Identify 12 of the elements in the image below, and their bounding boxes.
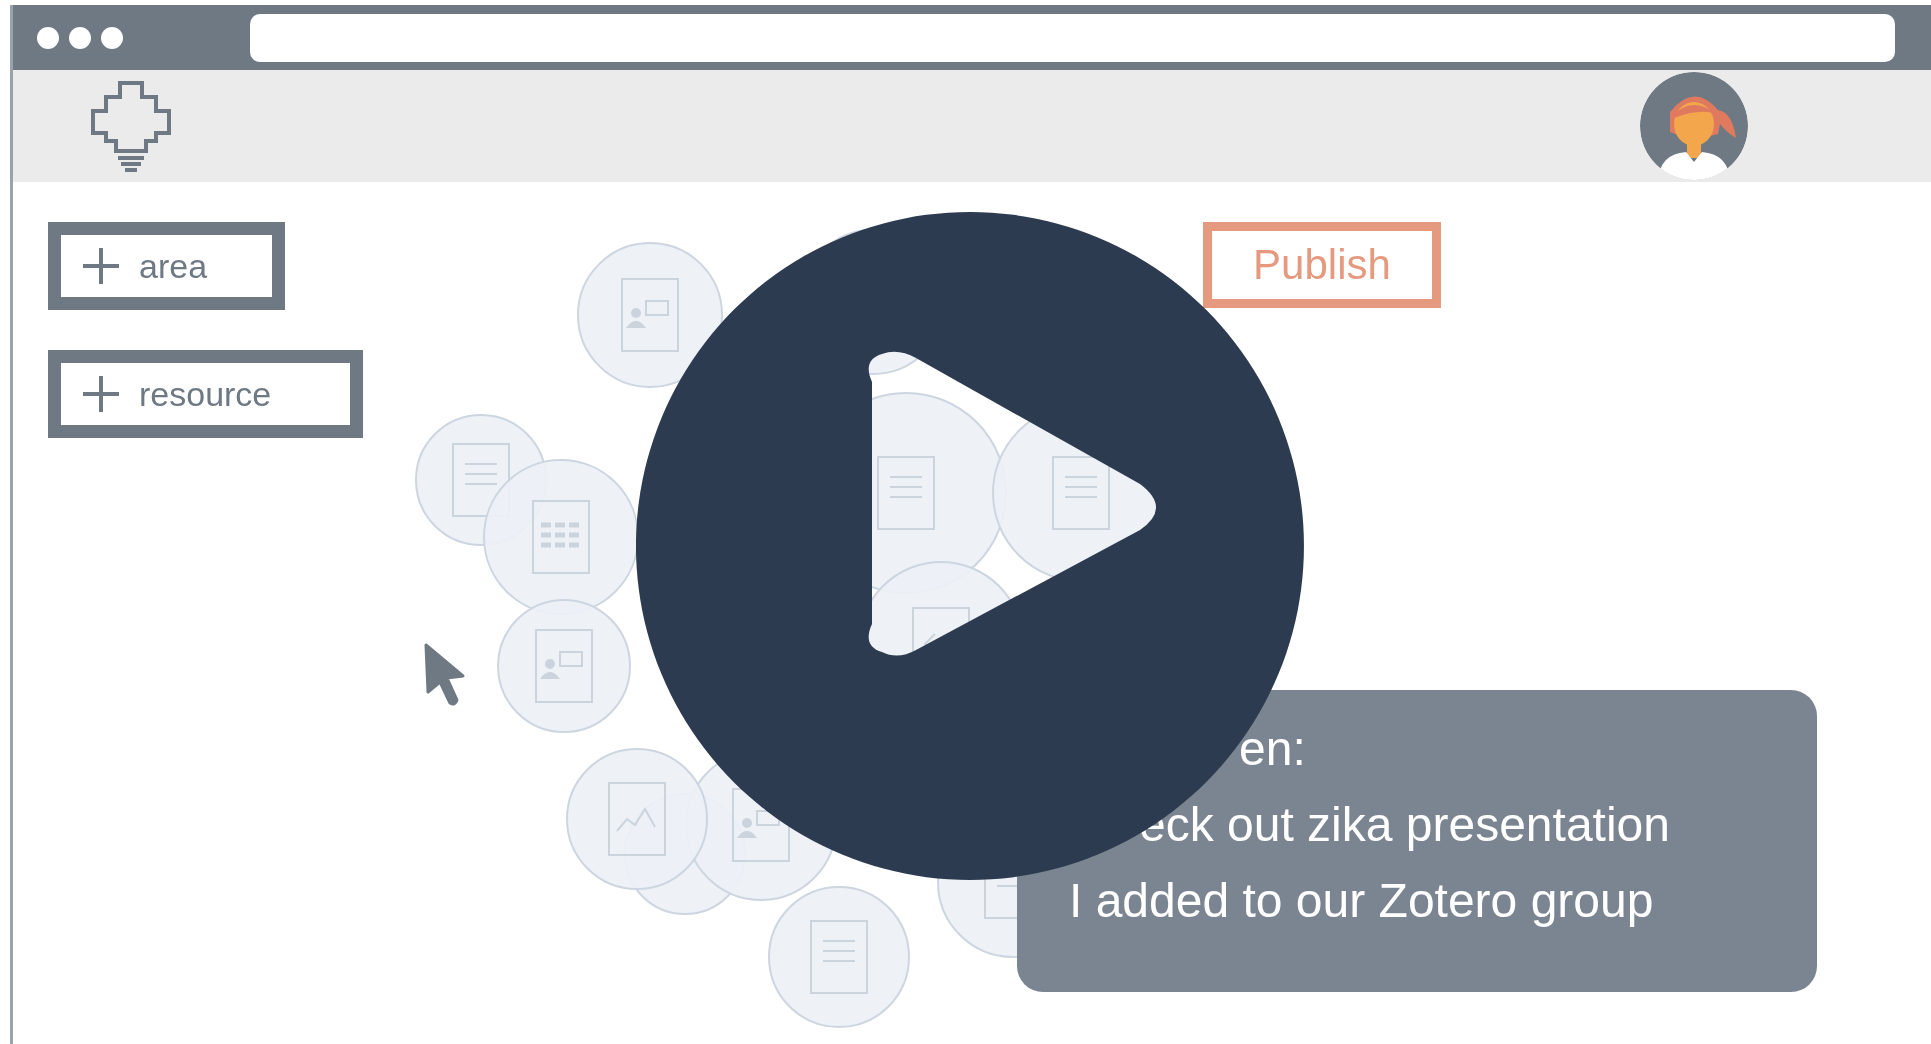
- message-text: en:: [1238, 721, 1307, 777]
- plus-icon: [81, 374, 121, 414]
- message-text: I added to our Zotero group: [1069, 873, 1655, 929]
- plus-icon: [81, 246, 121, 286]
- lightbulb-icon: [90, 80, 172, 172]
- add-button[interactable]: resource: [48, 350, 363, 438]
- window-dots-icon: [35, 24, 125, 51]
- address-bar[interactable]: [250, 13, 1895, 62]
- cursor-icon: [423, 642, 467, 708]
- user-avatar[interactable]: [1640, 72, 1748, 180]
- publish-button[interactable]: Publish: [1203, 222, 1441, 308]
- add-button[interactable]: area: [48, 222, 285, 310]
